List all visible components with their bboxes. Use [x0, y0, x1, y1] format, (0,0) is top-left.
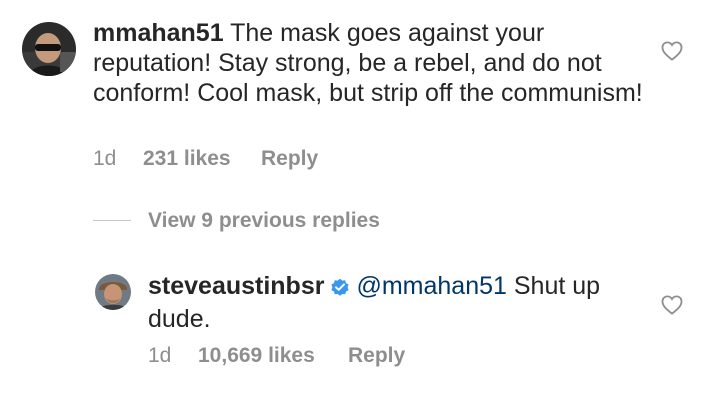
- reply-meta: 1d 10,669 likes Reply: [148, 344, 405, 368]
- reply-likes[interactable]: 10,669 likes: [198, 344, 348, 368]
- comment-body: mmahan51 The mask goes against your repu…: [93, 18, 653, 108]
- verified-badge-icon: [330, 274, 350, 304]
- comment-time: 1d: [93, 147, 117, 170]
- reply-username[interactable]: steveaustinbsr: [148, 272, 324, 300]
- comment-meta: 1d 231 likes Reply: [93, 147, 318, 171]
- reply-like-heart-icon[interactable]: [661, 295, 683, 320]
- reply-reply-button[interactable]: Reply: [348, 344, 405, 368]
- commenter-avatar[interactable]: [22, 22, 76, 76]
- comment-reply-button[interactable]: Reply: [261, 147, 318, 171]
- replies-divider: [93, 220, 131, 221]
- like-heart-icon[interactable]: [661, 41, 683, 66]
- comment-likes[interactable]: 231 likes: [143, 147, 261, 171]
- view-previous-replies-button[interactable]: View 9 previous replies: [148, 209, 380, 233]
- reply-body: steveaustinbsr @mmahan51 Shut up dude.: [148, 271, 618, 334]
- reply-time: 1d: [148, 344, 172, 367]
- comment-username[interactable]: mmahan51: [93, 19, 224, 47]
- reply-avatar[interactable]: [95, 274, 131, 310]
- reply-mention-link[interactable]: @mmahan51: [356, 272, 506, 300]
